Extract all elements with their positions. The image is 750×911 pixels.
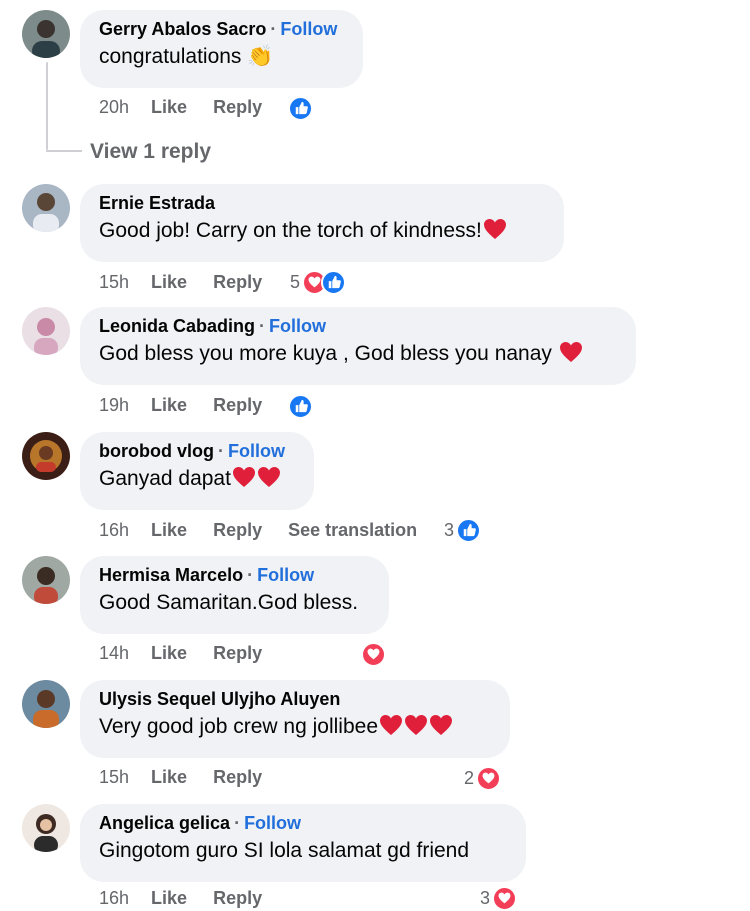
separator-dot: · — [270, 19, 277, 39]
comment-author[interactable]: Ulysis Sequel Ulyjho Aluyen — [99, 689, 340, 709]
avatar[interactable] — [22, 556, 70, 604]
reaction-count: 2 — [464, 767, 475, 788]
heart-emoji — [232, 467, 255, 487]
comment-author[interactable]: borobod vlog — [99, 441, 214, 461]
reaction-summary[interactable] — [288, 95, 313, 121]
separator-dot: · — [247, 565, 254, 585]
comment-actions: 15h Like Reply — [99, 272, 288, 293]
reaction-count: 5 — [290, 271, 301, 292]
like-icon — [321, 269, 347, 295]
reply-button[interactable]: Reply — [213, 97, 262, 117]
comment-bubble: borobod vlog · Follow Ganyad dapat — [80, 432, 314, 510]
follow-button[interactable]: Follow — [257, 565, 314, 585]
comment-author[interactable]: Hermisa Marcelo — [99, 565, 243, 585]
comment-bubble: Ernie Estrada Good job! Carry on the tor… — [80, 184, 564, 262]
separator-dot: · — [259, 316, 266, 336]
comment-timestamp[interactable]: 19h — [99, 395, 129, 415]
comment-timestamp[interactable]: 16h — [99, 520, 129, 540]
comment-text: Good Samaritan.God bless. — [99, 591, 359, 614]
reaction-summary[interactable]: 3 — [480, 885, 518, 911]
comment-author[interactable]: Ernie Estrada — [99, 193, 215, 213]
avatar[interactable] — [22, 184, 70, 232]
like-icon — [288, 95, 313, 121]
like-button[interactable]: Like — [151, 272, 187, 292]
heart-emoji — [483, 219, 506, 239]
reaction-summary[interactable]: 5 — [290, 269, 347, 295]
reaction-summary[interactable] — [288, 393, 313, 419]
reply-button[interactable]: Reply — [213, 767, 262, 787]
comment-author[interactable]: Gerry Abalos Sacro — [99, 19, 266, 39]
reaction-summary[interactable] — [361, 641, 386, 667]
comment-timestamp[interactable]: 14h — [99, 643, 129, 663]
avatar[interactable] — [22, 10, 70, 58]
reaction-count: 3 — [480, 887, 491, 908]
reaction-count: 3 — [444, 519, 455, 540]
follow-button[interactable]: Follow — [280, 19, 337, 39]
comment-timestamp[interactable]: 20h — [99, 97, 129, 117]
love-icon — [492, 885, 518, 911]
reply-button[interactable]: Reply — [213, 888, 262, 908]
comment-bubble: Hermisa Marcelo · Follow Good Samaritan.Go… — [80, 556, 389, 634]
comment-bubble: Ulysis Sequel Ulyjho Aluyen Very good jo… — [80, 680, 510, 758]
like-icon — [288, 393, 313, 419]
follow-button[interactable]: Follow — [244, 813, 301, 833]
comment-timestamp[interactable]: 15h — [99, 272, 129, 292]
view-replies-link[interactable]: View 1 reply — [90, 140, 211, 164]
separator-dot: · — [234, 813, 241, 833]
comment-timestamp[interactable]: 15h — [99, 767, 129, 787]
avatar[interactable] — [22, 804, 70, 852]
heart-emoji — [257, 467, 280, 487]
like-button[interactable]: Like — [151, 520, 187, 540]
comment-bubble: Leonida Cabading · Follow God bless you mo… — [80, 307, 636, 385]
reaction-summary[interactable]: 3 — [444, 517, 482, 543]
comment-author[interactable]: Leonida Cabading — [99, 316, 255, 336]
comment-text: Good job! Carry on the torch of kindness… — [99, 216, 542, 246]
comment-timestamp[interactable]: 16h — [99, 888, 129, 908]
like-button[interactable]: Like — [151, 97, 187, 117]
comment-text: congratulations 👏 — [99, 45, 274, 68]
comment-actions: 20h Like Reply — [99, 97, 288, 118]
like-button[interactable]: Like — [151, 767, 187, 787]
like-button[interactable]: Like — [151, 395, 187, 415]
reply-button[interactable]: Reply — [213, 520, 262, 540]
comment-author[interactable]: Angelica gelica — [99, 813, 230, 833]
follow-button[interactable]: Follow — [269, 316, 326, 336]
comment-actions: 19h Like Reply — [99, 395, 288, 416]
comment-actions: 16h Like Reply — [99, 888, 288, 909]
comment-text: Ganyad dapat — [99, 464, 292, 494]
comment-actions: 14h Like Reply — [99, 643, 288, 664]
avatar[interactable] — [22, 432, 70, 480]
reaction-summary[interactable]: 2 — [464, 765, 502, 791]
like-button[interactable]: Like — [151, 643, 187, 663]
heart-emoji — [559, 342, 582, 362]
see-translation-button[interactable]: See translation — [288, 520, 417, 540]
heart-emoji — [430, 715, 453, 735]
avatar[interactable] — [22, 680, 70, 728]
comment-bubble: Gerry Abalos Sacro · Follow congratulation… — [80, 10, 363, 88]
reply-button[interactable]: Reply — [213, 395, 262, 415]
like-button[interactable]: Like — [151, 888, 187, 908]
like-icon — [456, 517, 482, 543]
comment-bubble: Angelica gelica · Follow Gingotom guro SI … — [80, 804, 526, 882]
follow-button[interactable]: Follow — [228, 441, 285, 461]
comment-actions: 16h Like Reply See translation — [99, 520, 443, 541]
comment-text: Gingotom guro SI lola salamat gd friend — [99, 839, 470, 862]
reply-thread-connector — [46, 150, 82, 152]
comment-text: God bless you more kuya , God bless you … — [99, 339, 614, 369]
love-icon — [361, 641, 386, 667]
love-icon — [476, 765, 502, 791]
comment-thread: View 1 reply Gerry Abalos Sacro · Follow c… — [0, 0, 750, 911]
heart-emoji — [380, 715, 403, 735]
heart-emoji — [405, 715, 428, 735]
reply-button[interactable]: Reply — [213, 272, 262, 292]
comment-text: Very good job crew ng jollibee — [99, 712, 488, 742]
separator-dot: · — [217, 441, 224, 461]
reply-thread-line — [46, 62, 48, 150]
reply-button[interactable]: Reply — [213, 643, 262, 663]
avatar[interactable] — [22, 307, 70, 355]
comment-actions: 15h Like Reply — [99, 767, 288, 788]
